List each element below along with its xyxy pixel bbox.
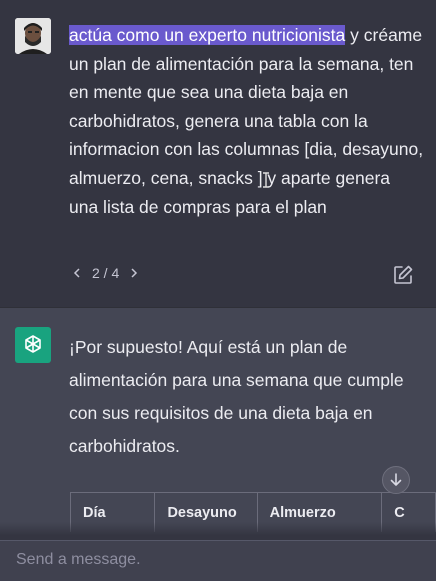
- chevron-right-icon[interactable]: [127, 266, 141, 280]
- pager-label: 2 / 4: [92, 265, 120, 281]
- arrow-down-icon: [390, 473, 402, 486]
- message-input[interactable]: [14, 547, 398, 573]
- selected-text: actúa como un experto nutricionista: [69, 25, 346, 45]
- user-avatar: [15, 18, 51, 54]
- message-composer: [0, 540, 436, 581]
- response-pager: 2 / 4: [70, 265, 141, 281]
- openai-logo-icon: [25, 335, 41, 353]
- assistant-avatar: [15, 327, 51, 363]
- assistant-message-text: ¡Por supuesto! Aquí está un plan de alim…: [69, 337, 404, 456]
- chevron-left-icon[interactable]: [70, 266, 84, 280]
- scroll-to-bottom-button[interactable]: [382, 466, 410, 494]
- user-message-text: actúa como un experto nutricionista y cr…: [69, 21, 424, 221]
- edit-icon[interactable]: [392, 264, 414, 286]
- user-message-rest: y créame un plan de alimentación para la…: [69, 25, 424, 217]
- text-cursor-icon: [263, 172, 269, 188]
